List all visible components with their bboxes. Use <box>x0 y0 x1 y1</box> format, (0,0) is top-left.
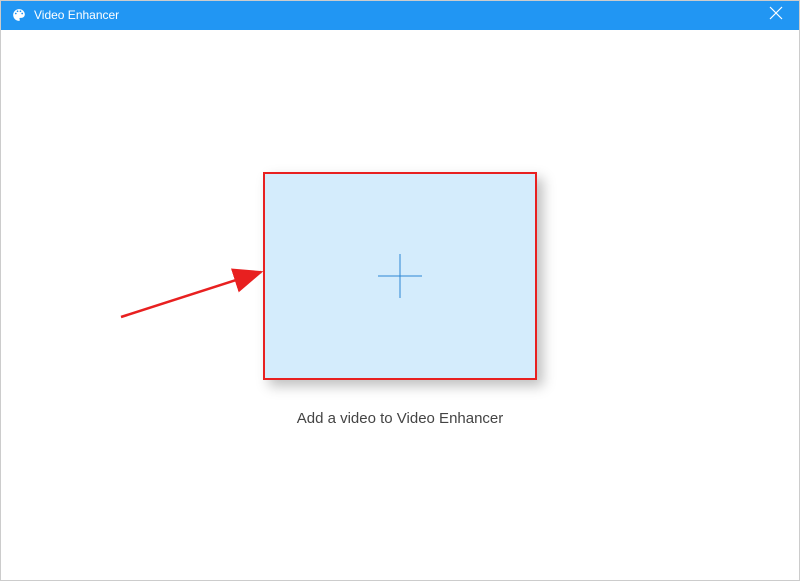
close-icon <box>769 6 783 25</box>
drop-zone-wrapper <box>263 172 537 380</box>
annotation-arrow <box>116 262 276 327</box>
content-area: Add a video to Video Enhancer <box>0 30 800 581</box>
app-title: Video Enhancer <box>34 8 119 22</box>
titlebar: Video Enhancer <box>0 0 800 30</box>
instruction-text: Add a video to Video Enhancer <box>297 410 504 427</box>
close-button[interactable] <box>764 3 788 27</box>
add-video-dropzone[interactable] <box>263 172 537 380</box>
plus-icon <box>378 254 422 298</box>
titlebar-left: Video Enhancer <box>12 8 119 22</box>
palette-icon <box>12 8 26 22</box>
